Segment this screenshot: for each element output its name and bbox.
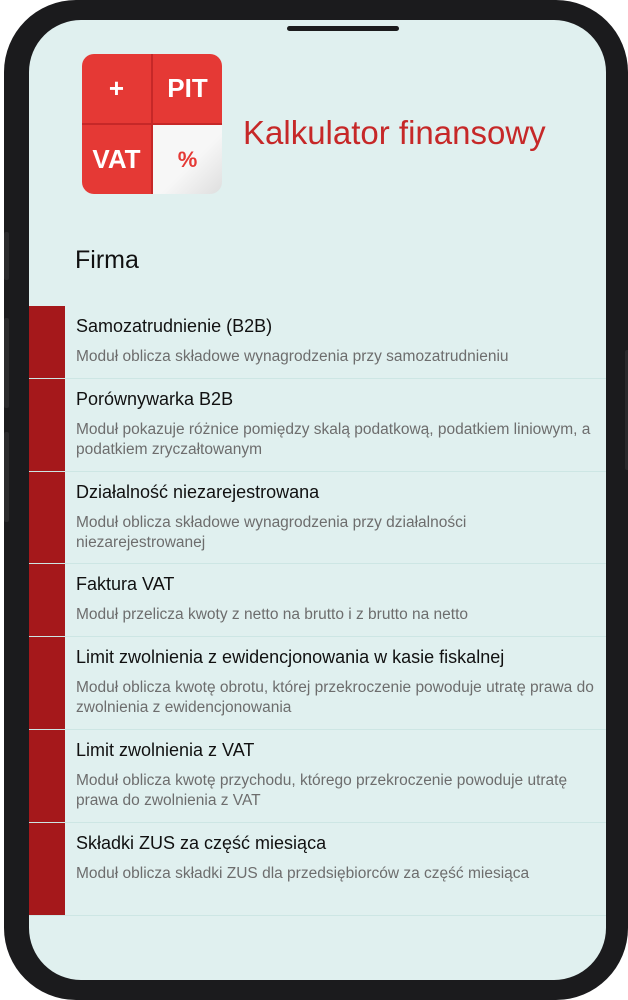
item-description: Moduł oblicza składki ZUS dla przedsiębi… [76,865,530,882]
list-item-porownywarka-b2b[interactable]: Porównywarka B2B Moduł pokazuje różnice … [29,379,606,472]
app-title: Kalkulator finansowy [243,114,546,151]
item-description: Moduł oblicza składowe wynagrodzenia prz… [76,348,509,365]
item-accent-bar [29,379,65,471]
item-accent-bar [29,637,65,729]
item-accent-bar [29,730,65,822]
item-accent-bar [29,472,65,563]
logo-plus: + [82,54,151,123]
item-description: Moduł pokazuje różnice pomiędzy skalą po… [76,421,591,458]
item-description: Moduł oblicza kwotę przychodu, którego p… [76,772,568,809]
item-accent-bar [29,306,65,378]
list-item-faktura-vat[interactable]: Faktura VAT Moduł przelicza kwoty z nett… [29,564,606,637]
app-logo: + PIT VAT % [82,54,222,194]
item-accent-bar [29,564,65,636]
volume-button [4,232,9,280]
item-accent-bar [29,823,65,915]
item-title: Limit zwolnienia z VAT [76,740,255,760]
item-description: Moduł oblicza kwotę obrotu, której przek… [76,679,594,716]
screen: + PIT VAT % Kalkulator finansowy Firma S… [29,20,606,980]
logo-percent: % [153,125,222,194]
volume-down-button [4,432,9,522]
item-title: Samozatrudnienie (B2B) [76,316,273,336]
list-item-skladki-zus[interactable]: Składki ZUS za część miesiąca Moduł obli… [29,823,606,916]
list-item-limit-kasa-fiskalna[interactable]: Limit zwolnienia z ewidencjonowania w ka… [29,637,606,730]
logo-pit: PIT [153,54,222,123]
logo-divider [82,123,222,125]
volume-up-button [4,318,9,408]
list-item-dzialalnosc-niezarejestrowana[interactable]: Działalność niezarejestrowana Moduł obli… [29,472,606,564]
item-title: Faktura VAT [76,574,175,594]
list-item-limit-vat[interactable]: Limit zwolnienia z VAT Moduł oblicza kwo… [29,730,606,823]
section-title: Firma [75,246,139,274]
logo-vat: VAT [82,125,151,194]
item-description: Moduł oblicza składowe wynagrodzenia prz… [76,514,467,551]
item-title: Limit zwolnienia z ewidencjonowania w ka… [76,647,505,667]
phone-frame: + PIT VAT % Kalkulator finansowy Firma S… [4,0,628,1000]
item-title: Działalność niezarejestrowana [76,482,320,502]
item-title: Składki ZUS za część miesiąca [76,833,327,853]
list-item-samozatrudnienie[interactable]: Samozatrudnienie (B2B) Moduł oblicza skł… [29,306,606,379]
speaker [287,26,399,31]
item-title: Porównywarka B2B [76,389,234,409]
item-description: Moduł przelicza kwoty z netto na brutto … [76,606,469,623]
